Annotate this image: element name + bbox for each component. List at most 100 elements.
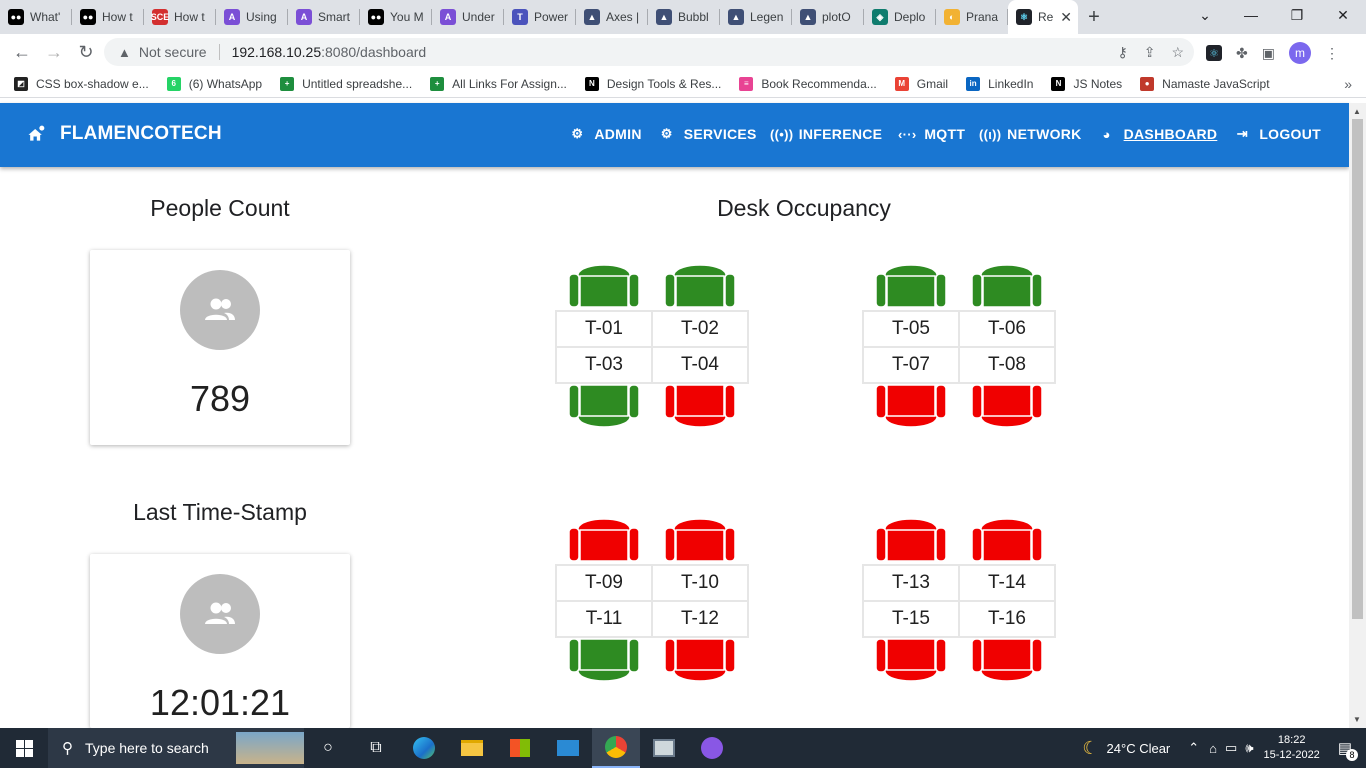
snipping-tool-icon[interactable]	[640, 728, 688, 768]
tab-favicon: ◐	[944, 9, 960, 25]
task-view-icon[interactable]: ⧉	[352, 728, 400, 768]
last-timestamp-title: Last Time-Stamp	[133, 499, 307, 525]
close-window-button[interactable]: ✕	[1320, 0, 1366, 30]
profile-avatar[interactable]: m	[1288, 42, 1311, 64]
desk-label: T-09	[555, 564, 653, 602]
tab-title: You M	[390, 10, 424, 24]
chair-t-12-occupied	[664, 636, 736, 686]
tab-title: Power	[534, 10, 569, 24]
browser-tab[interactable]: A Using	[216, 0, 288, 34]
browser-tab[interactable]: A Smart	[288, 0, 360, 34]
omnibox[interactable]: ▲ Not secure 192.168.10.25 :8080/dashboa…	[104, 38, 1194, 66]
forward-button[interactable]: →	[38, 42, 70, 63]
back-button[interactable]: ←	[6, 42, 38, 63]
file-explorer-icon[interactable]	[448, 728, 496, 768]
bookmark-item[interactable]: 6 (6) WhatsApp	[166, 76, 262, 91]
browser-tab[interactable]: ▲ Legen	[720, 0, 792, 34]
clock[interactable]: 18:22 15-12-2022	[1264, 733, 1320, 763]
tab-favicon: ●●	[80, 9, 96, 25]
notifications-icon[interactable]: ▤ 8	[1338, 739, 1358, 761]
nav-item-logout[interactable]: ⇥ LOGOUT	[1233, 125, 1321, 143]
bookmark-favicon: in	[966, 76, 981, 91]
nav-item-dashboard[interactable]: ◕ DASHBOARD	[1098, 125, 1218, 143]
minimize-button[interactable]: —	[1228, 0, 1274, 30]
nav-item-network[interactable]: ((ι)) NETWORK	[979, 125, 1081, 143]
github-icon[interactable]	[688, 728, 736, 768]
browser-tab-active[interactable]: ⚛ Re ✕	[1008, 0, 1078, 34]
tray-overflow-icon[interactable]: ⌃	[1188, 740, 1199, 756]
app-navbar: FLAMENCOTECH ⚙ ADMIN ⚙ SERVICES ((•)) INFEREN…	[0, 103, 1349, 167]
restore-button[interactable]: ❐	[1274, 0, 1320, 30]
browser-tab[interactable]: ◐ Prana	[936, 0, 1008, 34]
desk-occupancy-title: Desk Occupancy	[717, 195, 891, 221]
scroll-up-arrow[interactable]: ▲	[1353, 107, 1361, 116]
browser-tab[interactable]: ▲ Axes |	[576, 0, 648, 34]
scroll-down-arrow[interactable]: ▼	[1353, 715, 1361, 724]
desk-label: T-13	[862, 564, 960, 602]
page-scrollbar[interactable]: ▲ ▼	[1349, 103, 1366, 728]
mail-icon[interactable]	[544, 728, 592, 768]
display-tray-icon[interactable]: ▭	[1225, 740, 1237, 756]
store-icon[interactable]	[496, 728, 544, 768]
reload-button[interactable]: ↻	[70, 42, 102, 63]
browser-tab[interactable]: ●● What'	[0, 0, 72, 34]
inference-icon: ((•))	[770, 126, 794, 142]
address-bar-row: ← → ↻ ▲ Not secure 192.168.10.25 :8080/d…	[0, 34, 1366, 70]
nav-item-mqtt[interactable]: ‹··› MQTT	[898, 125, 965, 143]
share-icon[interactable]: ⇪	[1144, 44, 1156, 61]
react-devtools-icon[interactable]: ⚛	[1206, 45, 1222, 61]
bookmark-item[interactable]: ≡ Book Recommenda...	[739, 76, 877, 91]
bookmark-favicon: M	[894, 76, 909, 91]
bookmark-label: Book Recommenda...	[761, 76, 877, 91]
browser-tab[interactable]: ▲ plotO	[792, 0, 864, 34]
nav-item-inference[interactable]: ((•)) INFERENCE	[770, 125, 883, 143]
browser-tab[interactable]: ◈ Deplo	[864, 0, 936, 34]
key-icon[interactable]: ⚷	[1117, 44, 1127, 61]
edge-icon[interactable]	[400, 728, 448, 768]
chair-t-06-free	[971, 260, 1043, 310]
bookmark-item[interactable]: + All Links For Assign...	[430, 76, 567, 91]
volume-icon[interactable]: 🕪	[1245, 740, 1253, 756]
bookmark-item[interactable]: M Gmail	[894, 76, 948, 91]
desk-label: T-01	[555, 310, 653, 348]
tab-title: Axes |	[606, 10, 640, 24]
extensions-puzzle-icon[interactable]: ✤	[1236, 45, 1248, 62]
tab-search-icon[interactable]: ⌄	[1182, 0, 1228, 30]
browser-tab[interactable]: A Under	[432, 0, 504, 34]
bookmarks-overflow-button[interactable]: »	[1344, 76, 1352, 92]
bookmark-star-icon[interactable]: ☆	[1171, 44, 1184, 61]
cortana-icon[interactable]: ○	[304, 728, 352, 768]
scroll-thumb[interactable]	[1352, 119, 1363, 619]
side-panel-icon[interactable]: ▣	[1262, 45, 1275, 62]
tab-title: plotO	[822, 10, 851, 24]
desk-label: T-14	[958, 564, 1056, 602]
close-tab-icon[interactable]: ✕	[1060, 9, 1072, 26]
nav-item-services[interactable]: ⚙ SERVICES	[658, 125, 757, 143]
bookmark-item[interactable]: N JS Notes	[1051, 76, 1122, 91]
new-tab-button[interactable]: +	[1078, 6, 1110, 29]
bookmark-item[interactable]: ◩ CSS box-shadow e...	[14, 76, 149, 91]
browser-tab[interactable]: ●● You M	[360, 0, 432, 34]
brand-name: FLAMENCOTECH	[60, 123, 222, 144]
browser-tab[interactable]: SCE How t	[144, 0, 216, 34]
bookmark-item[interactable]: N Design Tools & Res...	[584, 76, 721, 91]
omnibox-actions: ⚷ ⇪ ☆	[1117, 44, 1184, 61]
taskbar-search[interactable]: ⚲ Type here to search	[48, 728, 304, 768]
bookmark-item[interactable]: in LinkedIn	[966, 76, 1033, 91]
browser-tab[interactable]: T Power	[504, 0, 576, 34]
browser-tab[interactable]: ●● How t	[72, 0, 144, 34]
desk-group: T-09 T-10 T-11 T-12	[555, 516, 749, 686]
bookmark-favicon: +	[280, 76, 295, 91]
weather-text[interactable]: 24°C Clear	[1107, 741, 1171, 756]
tab-favicon: ▲	[800, 9, 816, 25]
network-tray-icon[interactable]: ⌂	[1209, 741, 1217, 756]
menu-kebab-icon[interactable]: ⋮	[1325, 45, 1339, 62]
bookmark-item[interactable]: ● Namaste JavaScript	[1140, 76, 1270, 91]
brand[interactable]: FLAMENCOTECH	[26, 123, 222, 145]
bookmark-item[interactable]: + Untitled spreadshe...	[280, 76, 412, 91]
chrome-icon[interactable]	[592, 728, 640, 768]
nav-item-admin[interactable]: ⚙ ADMIN	[568, 125, 641, 143]
tab-favicon: ▲	[584, 9, 600, 25]
browser-tab[interactable]: ▲ Bubbl	[648, 0, 720, 34]
start-button[interactable]	[0, 728, 48, 768]
